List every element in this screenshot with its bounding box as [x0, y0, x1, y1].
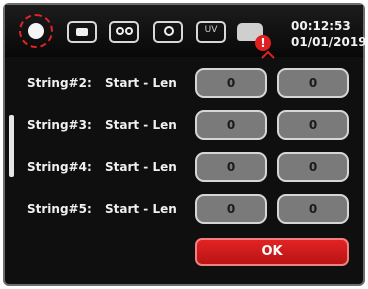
- range-label: Start - Len: [105, 76, 177, 90]
- settings-icon[interactable]: [19, 14, 53, 48]
- string-row: String#5: Start - Len 0 0: [5, 194, 363, 228]
- string-row: String#4: Start - Len 0 0: [5, 152, 363, 186]
- range-label: Start - Len: [105, 202, 177, 216]
- clock: 00:12:53 01/01/2019: [291, 18, 367, 50]
- range-label: Start - Len: [105, 118, 177, 132]
- ok-button[interactable]: OK: [195, 238, 349, 266]
- start-field[interactable]: 0: [195, 194, 267, 224]
- battery-icon[interactable]: [67, 21, 97, 43]
- lens-left: [116, 27, 124, 35]
- chevron-up-icon[interactable]: [261, 51, 275, 59]
- len-field[interactable]: 0: [277, 152, 349, 182]
- lens-right: [125, 27, 133, 35]
- settings-icon-core: [28, 23, 44, 39]
- string-label: String#3:: [27, 118, 92, 132]
- time-display: 00:12:53: [291, 19, 351, 33]
- string-row: String#3: Start - Len 0 0: [5, 110, 363, 144]
- string-label: String#5:: [27, 202, 92, 216]
- string-label: String#2:: [27, 76, 92, 90]
- top-toolbar: UV ! 00:12:53 01/01/2019: [5, 5, 367, 59]
- device-frame: UV ! 00:12:53 01/01/2019 String#2: Start…: [0, 0, 368, 289]
- string-label: String#4:: [27, 160, 92, 174]
- len-field[interactable]: 0: [277, 68, 349, 98]
- start-field[interactable]: 0: [195, 152, 267, 182]
- camera-lens: [164, 26, 174, 36]
- start-field[interactable]: 0: [195, 68, 267, 98]
- start-field[interactable]: 0: [195, 110, 267, 140]
- len-field[interactable]: 0: [277, 110, 349, 140]
- camera-icon[interactable]: [153, 21, 183, 43]
- device-screen: UV ! 00:12:53 01/01/2019 String#2: Start…: [3, 3, 367, 286]
- uv-label: UV: [204, 25, 218, 35]
- len-field[interactable]: 0: [277, 194, 349, 224]
- uv-icon[interactable]: UV: [196, 21, 226, 43]
- dual-lens-icon[interactable]: [109, 21, 139, 43]
- range-label: Start - Len: [105, 160, 177, 174]
- battery-fill: [76, 28, 88, 36]
- alert-badge: !: [255, 35, 271, 51]
- date-display: 01/01/2019: [291, 35, 367, 49]
- string-row: String#2: Start - Len 0 0: [5, 68, 363, 102]
